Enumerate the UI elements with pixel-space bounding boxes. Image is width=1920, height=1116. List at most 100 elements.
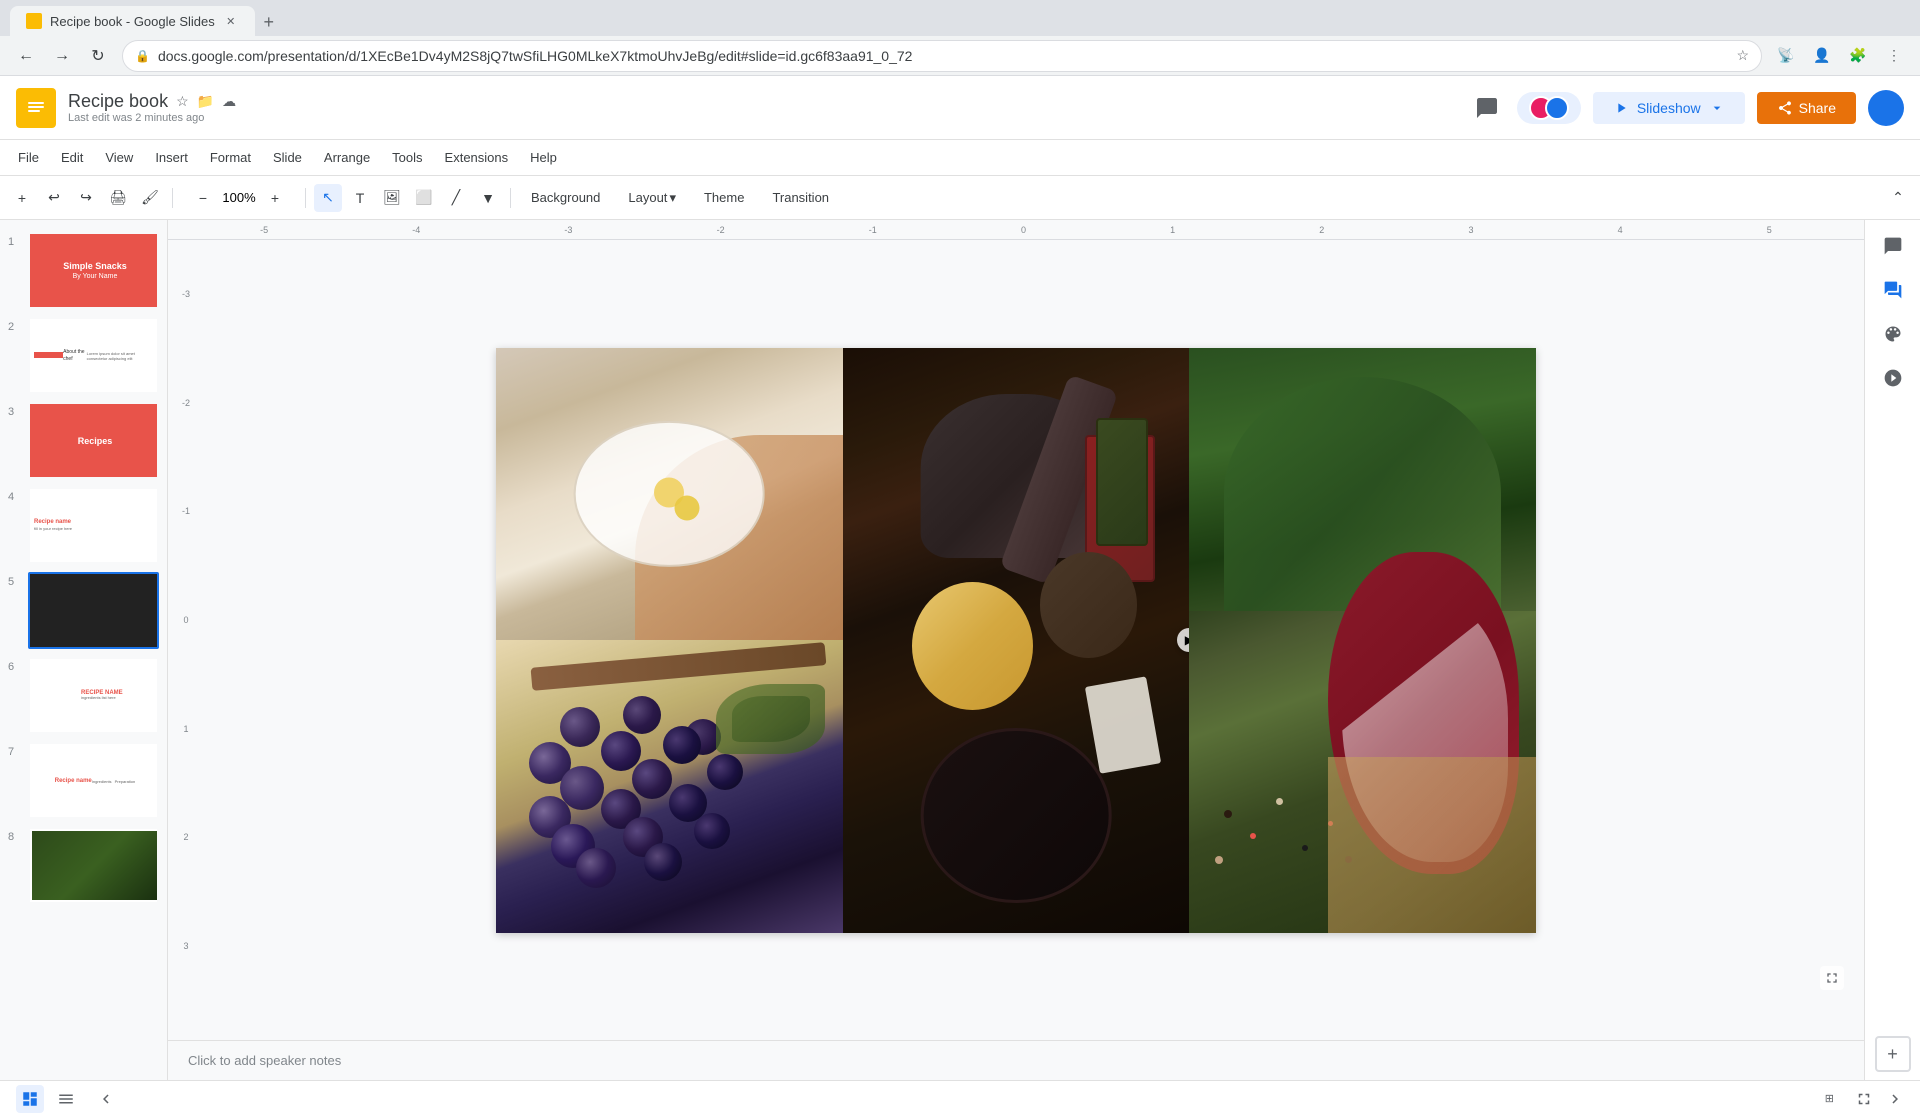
last-edit-text[interactable]: Last edit was 2 minutes ago xyxy=(68,112,236,124)
reload-button[interactable]: ↻ xyxy=(82,40,114,72)
layout-button[interactable]: Layout▾ xyxy=(616,186,688,210)
menu-edit[interactable]: Edit xyxy=(51,146,93,169)
transitions-panel-btn[interactable] xyxy=(1875,360,1911,396)
slide-image-4: Recipe name fill in your recipe here xyxy=(30,489,159,562)
new-tab-button[interactable]: + xyxy=(255,8,283,36)
text-tool[interactable]: T xyxy=(346,184,374,212)
menu-format[interactable]: Format xyxy=(200,146,261,169)
menu-help[interactable]: Help xyxy=(520,146,567,169)
zoom-out-button[interactable]: − xyxy=(189,184,217,212)
expand-button[interactable] xyxy=(1820,966,1844,990)
toolbar: + ↩ ↪ 🖨 🖌 − 100% + ↖ T 🖼 ⬜ ╱ ▼ Backgroun… xyxy=(0,176,1920,220)
menu-view[interactable]: View xyxy=(95,146,143,169)
slide-thumb-1[interactable]: 1 Simple Snacks By Your Name xyxy=(0,228,167,313)
menu-dots-icon[interactable]: ⋮ xyxy=(1878,40,1910,72)
slides-panel: 1 Simple Snacks By Your Name 2 About the… xyxy=(0,220,168,1080)
bottom-bar: ⊞ xyxy=(0,1080,1920,1116)
menu-arrange[interactable]: Arrange xyxy=(314,146,380,169)
redo-button[interactable]: ↪ xyxy=(72,184,100,212)
zoom-in-button[interactable]: + xyxy=(261,184,289,212)
bookmark-icon[interactable]: ☆ xyxy=(1736,47,1749,64)
next-slide-arrow[interactable]: ▶ xyxy=(1177,628,1189,652)
add-panel-btn[interactable]: + xyxy=(1875,1036,1911,1072)
slide-preview-6[interactable]: RECIPE NAME ingredients list here xyxy=(28,657,159,734)
slide-preview-8[interactable] xyxy=(28,827,159,904)
tab-close-btn[interactable]: ✕ xyxy=(223,13,239,29)
slide-preview-3[interactable]: Recipes xyxy=(28,402,159,479)
menu-slide[interactable]: Slide xyxy=(263,146,312,169)
slide-thumb-3[interactable]: 3 Recipes xyxy=(0,398,167,483)
menu-insert[interactable]: Insert xyxy=(145,146,198,169)
shape-tool[interactable]: ⬜ xyxy=(410,184,438,212)
zoom-control[interactable]: − 100% + xyxy=(181,184,297,212)
slide-image-5 xyxy=(30,574,159,647)
back-button[interactable]: ← xyxy=(10,40,42,72)
cursor-tool[interactable]: ↖ xyxy=(314,184,342,212)
menu-extensions[interactable]: Extensions xyxy=(435,146,519,169)
slide-preview-7[interactable]: Recipe name Ingredients Preparation xyxy=(28,742,159,819)
slide-image-6: RECIPE NAME ingredients list here xyxy=(30,659,159,732)
collapse-toolbar-button[interactable]: ⌃ xyxy=(1884,184,1912,212)
menu-file[interactable]: File xyxy=(8,146,49,169)
comments-icon[interactable] xyxy=(1469,90,1505,126)
cast-icon[interactable]: 📡 xyxy=(1770,40,1802,72)
star-icon[interactable]: ☆ xyxy=(176,93,189,110)
image-spices[interactable]: ▶ xyxy=(843,348,1190,933)
image-grapes[interactable] xyxy=(496,640,843,933)
zoom-fit-btn[interactable]: ⊞ xyxy=(1817,1085,1842,1113)
account-icon[interactable]: 👤 xyxy=(1806,40,1838,72)
more-tools[interactable]: ▼ xyxy=(474,184,502,212)
chat-panel-btn[interactable] xyxy=(1875,272,1911,308)
slide-image-2: About the chef Lorem ipsum dolor sit ame… xyxy=(30,319,159,392)
print-button[interactable]: 🖨 xyxy=(104,184,132,212)
image-bowl[interactable] xyxy=(496,348,843,641)
slide-canvas[interactable]: ▶ xyxy=(496,348,1536,933)
slideshow-button[interactable]: Slideshow xyxy=(1593,92,1745,124)
slide-num-8: 8 xyxy=(8,827,22,843)
slide-num-2: 2 xyxy=(8,317,22,333)
slide-preview-4[interactable]: Recipe name fill in your recipe here xyxy=(28,487,159,564)
slide-thumb-4[interactable]: 4 Recipe name fill in your recipe here xyxy=(0,483,167,568)
forward-button[interactable]: → xyxy=(46,40,78,72)
slide-preview-2[interactable]: About the chef Lorem ipsum dolor sit ame… xyxy=(28,317,159,394)
slide-thumb-5[interactable]: 5 xyxy=(0,568,167,653)
divider-3 xyxy=(510,188,511,208)
cloud-icon[interactable]: ☁ xyxy=(222,93,236,110)
slide-thumb-7[interactable]: 7 Recipe name Ingredients Preparation xyxy=(0,738,167,823)
image-tool[interactable]: 🖼 xyxy=(378,184,406,212)
grid-view-btn[interactable] xyxy=(16,1085,44,1113)
slide-thumb-6[interactable]: 6 RECIPE NAME ingredients list here xyxy=(0,653,167,738)
slide-preview-1[interactable]: Simple Snacks By Your Name xyxy=(28,232,159,309)
folder-icon[interactable]: 📁 xyxy=(197,93,214,110)
list-view-btn[interactable] xyxy=(52,1085,80,1113)
slide-preview-5[interactable] xyxy=(28,572,159,649)
speaker-notes[interactable]: Click to add speaker notes xyxy=(168,1040,1864,1080)
browser-tab[interactable]: Recipe book - Google Slides ✕ xyxy=(10,6,255,36)
transition-button[interactable]: Transition xyxy=(760,186,841,209)
canvas-area[interactable]: -3-2-10123 xyxy=(168,240,1864,1040)
extensions-icon[interactable]: 🧩 xyxy=(1842,40,1874,72)
address-bar[interactable]: 🔒 docs.google.com/presentation/d/1XEcBe1… xyxy=(122,40,1762,72)
background-button[interactable]: Background xyxy=(519,186,612,209)
comments-panel-btn[interactable] xyxy=(1875,228,1911,264)
collapse-panel-btn[interactable] xyxy=(92,1085,120,1113)
slide-num-3: 3 xyxy=(8,402,22,418)
line-tool[interactable]: ╱ xyxy=(442,184,470,212)
undo-button[interactable]: ↩ xyxy=(40,184,68,212)
paint-format-button[interactable]: 🖌 xyxy=(136,184,164,212)
expand-arrow-btn[interactable] xyxy=(1886,1090,1904,1108)
editor-area: -5-4-3-2-1 012345 -3-2-10123 xyxy=(168,220,1864,1080)
share-access-btn[interactable] xyxy=(1517,92,1581,124)
theme-panel-btn[interactable] xyxy=(1875,316,1911,352)
expand-view-btn[interactable] xyxy=(1850,1085,1878,1113)
menu-tools[interactable]: Tools xyxy=(382,146,432,169)
bottom-right-controls: ⊞ xyxy=(1817,1085,1904,1113)
share-button[interactable]: Share xyxy=(1757,92,1856,124)
slide-thumb-8[interactable]: 8 xyxy=(0,823,167,908)
image-veggies[interactable] xyxy=(1189,348,1536,933)
slide-num-1: 1 xyxy=(8,232,22,248)
theme-button[interactable]: Theme xyxy=(692,186,756,209)
user-avatar[interactable] xyxy=(1868,90,1904,126)
slide-thumb-2[interactable]: 2 About the chef Lorem ipsum dolor sit a… xyxy=(0,313,167,398)
add-button[interactable]: + xyxy=(8,184,36,212)
